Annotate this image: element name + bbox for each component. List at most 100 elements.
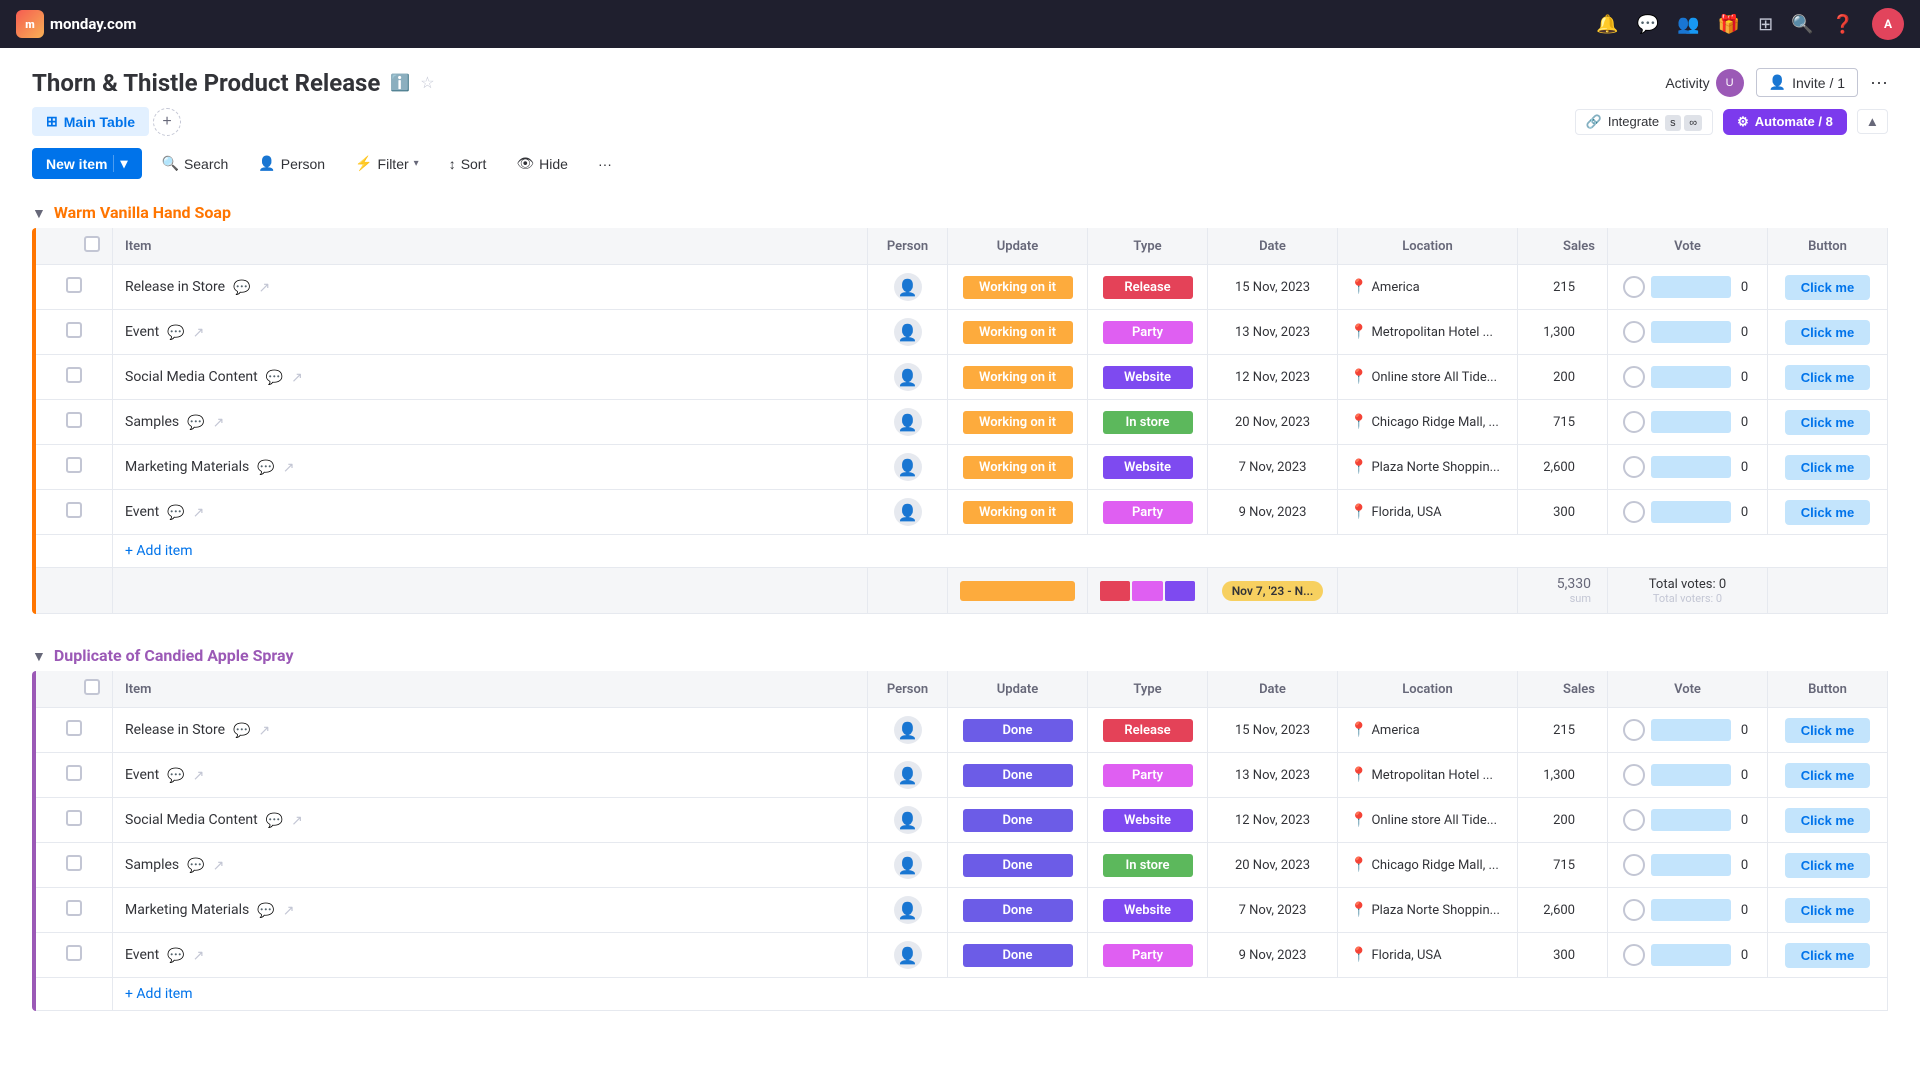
row-person-avatar[interactable]: 👤 (894, 408, 922, 436)
bell-icon[interactable]: 🔔 (1596, 14, 1618, 35)
row-checkbox[interactable] (66, 502, 82, 518)
info-icon[interactable]: ℹ️ (390, 73, 410, 92)
row-person-avatar[interactable]: 👤 (894, 806, 922, 834)
click-me-button[interactable]: Click me (1785, 763, 1870, 788)
row-type-badge[interactable]: Party (1103, 501, 1193, 524)
row-location-cell[interactable]: 📍 Chicago Ridge Mall, ... (1338, 843, 1518, 888)
chat-icon[interactable]: 💬 (1637, 14, 1659, 35)
row-type-cell[interactable]: Website (1088, 355, 1208, 400)
row-update-badge[interactable]: Working on it (963, 456, 1073, 479)
row-type-cell[interactable]: Website (1088, 888, 1208, 933)
row-update-cell[interactable]: Working on it (948, 265, 1088, 310)
row-type-badge[interactable]: Website (1103, 366, 1193, 389)
vote-circle[interactable] (1623, 501, 1645, 523)
click-me-button[interactable]: Click me (1785, 320, 1870, 345)
row-date-cell[interactable]: 7 Nov, 2023 (1208, 445, 1338, 490)
row-update-badge[interactable]: Working on it (963, 501, 1073, 524)
row-type-cell[interactable]: In store (1088, 400, 1208, 445)
row-date-cell[interactable]: 13 Nov, 2023 (1208, 310, 1338, 355)
add-view-button[interactable]: + (153, 108, 181, 136)
click-me-button[interactable]: Click me (1785, 853, 1870, 878)
row-person-avatar[interactable]: 👤 (894, 453, 922, 481)
vote-circle[interactable] (1623, 854, 1645, 876)
row-type-badge[interactable]: In store (1103, 854, 1193, 877)
row-date-cell[interactable]: 13 Nov, 2023 (1208, 753, 1338, 798)
row-person-avatar[interactable]: 👤 (894, 498, 922, 526)
row-checkbox[interactable] (66, 412, 82, 428)
help-icon[interactable]: ❓ (1832, 14, 1854, 35)
click-me-button[interactable]: Click me (1785, 898, 1870, 923)
row-update-badge[interactable]: Done (963, 899, 1073, 922)
apps-icon[interactable]: ⊞ (1758, 14, 1773, 35)
row-update-cell[interactable]: Working on it (948, 400, 1088, 445)
click-me-button[interactable]: Click me (1785, 410, 1870, 435)
row-checkbox[interactable] (66, 322, 82, 338)
integrate-button[interactable]: 🔗 Integrate s ∞ (1575, 109, 1713, 135)
hide-button[interactable]: 👁 Hide (506, 149, 578, 178)
nav-search-icon[interactable]: 🔍 (1791, 14, 1813, 35)
row-comment-icon[interactable]: 💬 (167, 767, 184, 784)
row-person-avatar[interactable]: 👤 (894, 761, 922, 789)
row-type-badge[interactable]: Party (1103, 944, 1193, 967)
row-open-icon[interactable]: ↗ (291, 369, 303, 386)
group2-title[interactable]: Duplicate of Candied Apple Spray (54, 646, 294, 665)
row-update-cell[interactable]: Done (948, 933, 1088, 978)
row-update-cell[interactable]: Working on it (948, 490, 1088, 535)
add-item-row[interactable]: + Add item (36, 978, 1888, 1011)
click-me-button[interactable]: Click me (1785, 455, 1870, 480)
row-checkbox[interactable] (66, 457, 82, 473)
row-date-cell[interactable]: 20 Nov, 2023 (1208, 843, 1338, 888)
row-type-badge[interactable]: Release (1103, 719, 1193, 742)
row-open-icon[interactable]: ↗ (193, 504, 205, 521)
row-checkbox[interactable] (66, 855, 82, 871)
vote-circle[interactable] (1623, 411, 1645, 433)
row-update-badge[interactable]: Working on it (963, 276, 1073, 299)
row-update-badge[interactable]: Done (963, 944, 1073, 967)
automate-button[interactable]: ⚙ Automate / 8 (1723, 109, 1847, 135)
row-comment-icon[interactable]: 💬 (167, 504, 184, 521)
click-me-button[interactable]: Click me (1785, 943, 1870, 968)
row-open-icon[interactable]: ↗ (193, 947, 205, 964)
row-location-cell[interactable]: 📍 Online store All Tide... (1338, 355, 1518, 400)
row-update-badge[interactable]: Done (963, 854, 1073, 877)
row-type-cell[interactable]: Party (1088, 490, 1208, 535)
row-date-cell[interactable]: 7 Nov, 2023 (1208, 888, 1338, 933)
user-avatar[interactable]: A (1872, 8, 1904, 40)
row-person-avatar[interactable]: 👤 (894, 273, 922, 301)
row-location-cell[interactable]: 📍 Metropolitan Hotel ... (1338, 310, 1518, 355)
row-type-badge[interactable]: Website (1103, 456, 1193, 479)
click-me-button[interactable]: Click me (1785, 500, 1870, 525)
row-date-cell[interactable]: 12 Nov, 2023 (1208, 798, 1338, 843)
row-type-cell[interactable]: Party (1088, 753, 1208, 798)
row-open-icon[interactable]: ↗ (213, 414, 225, 431)
row-open-icon[interactable]: ↗ (193, 324, 205, 341)
vote-circle[interactable] (1623, 764, 1645, 786)
new-item-button[interactable]: New item ▾ (32, 148, 142, 179)
row-type-cell[interactable]: Website (1088, 798, 1208, 843)
click-me-button[interactable]: Click me (1785, 275, 1870, 300)
group1-title[interactable]: Warm Vanilla Hand Soap (54, 203, 231, 222)
row-update-badge[interactable]: Working on it (963, 366, 1073, 389)
select-all-checkbox-2[interactable] (84, 679, 100, 695)
row-type-cell[interactable]: Party (1088, 933, 1208, 978)
add-item-cell[interactable]: + Add item (113, 978, 1888, 1011)
row-location-cell[interactable]: 📍 America (1338, 265, 1518, 310)
row-date-cell[interactable]: 15 Nov, 2023 (1208, 265, 1338, 310)
new-item-dropdown-arrow[interactable]: ▾ (113, 155, 127, 172)
star-icon[interactable]: ☆ (420, 73, 434, 92)
activity-button[interactable]: Activity U (1665, 69, 1743, 97)
row-person-avatar[interactable]: 👤 (894, 318, 922, 346)
row-date-cell[interactable]: 12 Nov, 2023 (1208, 355, 1338, 400)
row-comment-icon[interactable]: 💬 (187, 414, 204, 431)
row-update-cell[interactable]: Working on it (948, 310, 1088, 355)
row-person-avatar[interactable]: 👤 (894, 851, 922, 879)
row-type-badge[interactable]: Website (1103, 899, 1193, 922)
row-person-avatar[interactable]: 👤 (894, 363, 922, 391)
row-type-badge[interactable]: Website (1103, 809, 1193, 832)
vote-circle[interactable] (1623, 276, 1645, 298)
row-location-cell[interactable]: 📍 Chicago Ridge Mall, ... (1338, 400, 1518, 445)
row-date-cell[interactable]: 9 Nov, 2023 (1208, 490, 1338, 535)
vote-circle[interactable] (1623, 366, 1645, 388)
row-open-icon[interactable]: ↗ (258, 279, 270, 296)
row-location-cell[interactable]: 📍 Plaza Norte Shoppin... (1338, 888, 1518, 933)
